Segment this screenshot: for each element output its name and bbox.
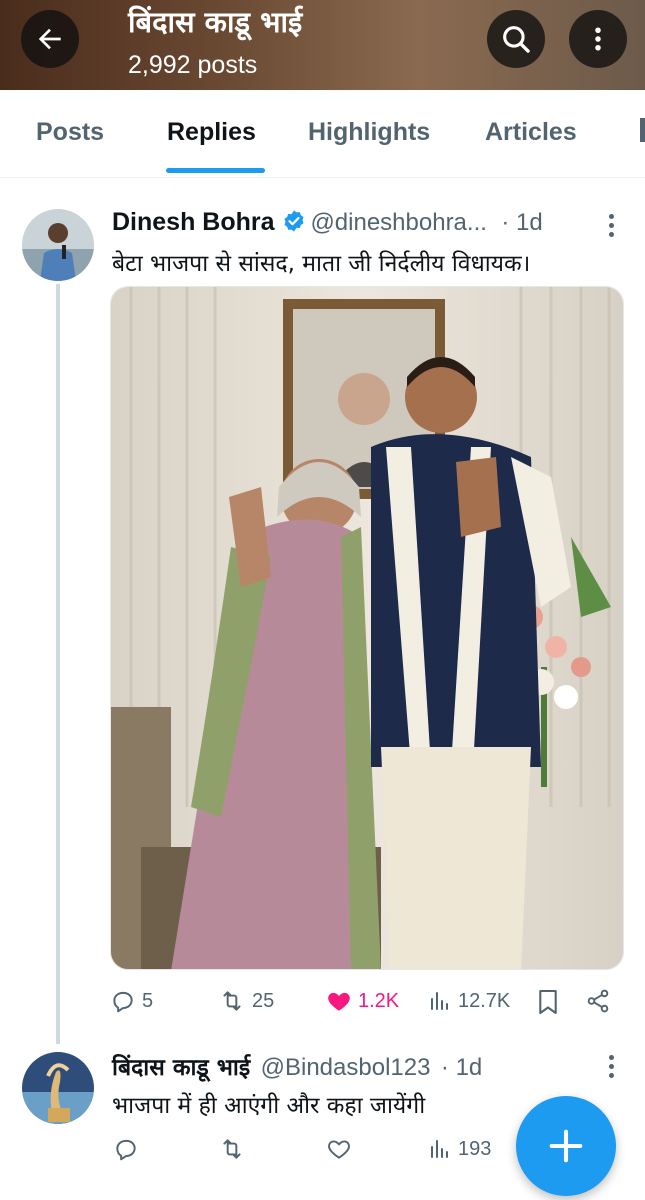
thread-line [56, 284, 60, 1044]
active-tab-indicator [166, 168, 265, 173]
user-handle[interactable]: @Bindasbol123 [261, 1054, 431, 1081]
tab-articles[interactable]: Articles [485, 118, 577, 147]
more-options-button[interactable] [569, 10, 627, 68]
profile-tabs: Posts Replies Highlights Articles [0, 90, 645, 178]
avatar[interactable] [22, 1052, 94, 1124]
repost-icon [223, 1139, 241, 1159]
tab-replies[interactable]: Replies [167, 118, 256, 147]
repost-button[interactable]: 25 [218, 988, 274, 1014]
tweet-header: Dinesh Bohra @dineshbohra... · 1d [112, 208, 543, 237]
user-handle[interactable]: @dineshbohra... [310, 209, 486, 236]
tab-highlights[interactable]: Highlights [308, 118, 430, 147]
search-icon [503, 26, 530, 53]
like-button[interactable] [326, 1136, 358, 1162]
views-count: 12.7K [458, 989, 511, 1012]
photo-image [111, 287, 623, 969]
views-count: 193 [458, 1137, 492, 1160]
avatar[interactable] [22, 209, 94, 281]
tweet-more-icon[interactable] [601, 214, 621, 244]
repost-count: 25 [252, 989, 275, 1012]
tweet-text: बेटा भाजपा से सांसद, माता जी निर्दलीय वि… [112, 251, 531, 277]
arrow-left-icon [38, 28, 61, 50]
tweet-photo[interactable] [110, 286, 624, 970]
tab-posts[interactable]: Posts [36, 118, 104, 147]
reply-icon [116, 1139, 136, 1161]
tweet-text: भाजपा में ही आएंगी और कहा जायेंगी [112, 1093, 426, 1119]
bookmark-button[interactable] [537, 988, 559, 1016]
post-count: 2,992 posts [128, 51, 258, 79]
views-button[interactable]: 12.7K [428, 988, 510, 1014]
back-button[interactable] [21, 10, 79, 68]
profile-name: बिंदास काडू भाई [128, 5, 303, 39]
views-chart-icon [431, 1140, 448, 1158]
reply-icon [113, 991, 133, 1013]
display-name[interactable]: बिंदास काडू भाई [112, 1055, 250, 1081]
like-button[interactable]: 1.2K [326, 988, 399, 1014]
plus-icon [549, 1129, 583, 1163]
timestamp[interactable]: · 1d [441, 1054, 482, 1081]
share-icon [587, 989, 609, 1013]
heart-filled-icon [328, 992, 350, 1011]
reply-button[interactable]: 5 [110, 988, 153, 1014]
more-vertical-icon [595, 27, 601, 51]
repost-button[interactable] [218, 1136, 252, 1162]
compose-button[interactable] [516, 1096, 616, 1196]
views-button[interactable]: 193 [428, 1136, 491, 1162]
tweet-more-icon[interactable] [601, 1055, 621, 1085]
views-chart-icon [431, 992, 448, 1010]
like-count: 1.2K [358, 989, 400, 1012]
reply-count: 5 [142, 989, 154, 1012]
avatar-image [22, 1052, 94, 1124]
verified-badge-icon [284, 210, 304, 232]
heart-icon [328, 1140, 350, 1159]
tweet-header: बिंदास काडू भाई @Bindasbol123 · 1d [112, 1050, 482, 1082]
timestamp[interactable]: · 1d [501, 209, 542, 236]
display-name[interactable]: Dinesh Bohra [112, 208, 275, 236]
search-button[interactable] [487, 10, 545, 68]
avatar-image [22, 209, 94, 281]
tab-overflow-edge [632, 112, 645, 148]
reply-button[interactable] [113, 1136, 145, 1162]
profile-header: बिंदास काडू भाई 2,992 posts [0, 0, 645, 90]
bookmark-icon [539, 989, 557, 1015]
repost-icon [223, 991, 241, 1011]
share-button[interactable] [585, 988, 611, 1014]
